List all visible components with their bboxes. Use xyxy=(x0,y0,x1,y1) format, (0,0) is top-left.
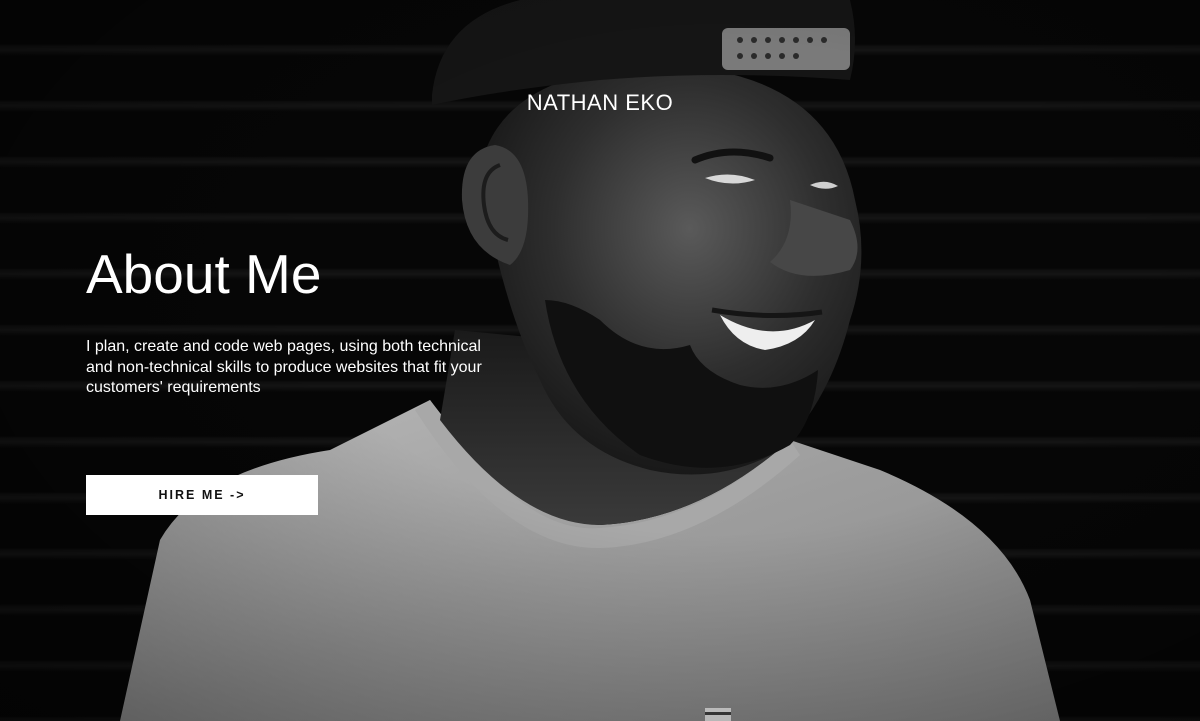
site-brand[interactable]: NATHAN EKO xyxy=(0,90,1200,116)
hero-section: NATHAN EKO About Me I plan, create and c… xyxy=(0,0,1200,721)
hire-me-button[interactable]: HIRE ME -> xyxy=(86,475,318,515)
about-description: I plan, create and code web pages, using… xyxy=(86,338,482,396)
page-title: About Me xyxy=(86,243,322,305)
